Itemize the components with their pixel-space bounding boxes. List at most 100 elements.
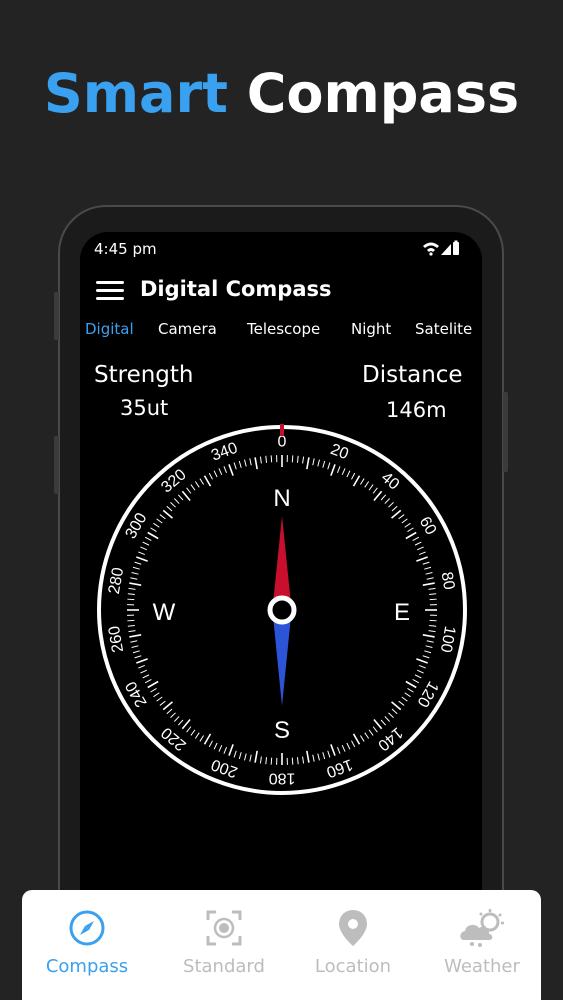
compass-tick xyxy=(364,732,370,739)
tab-telescope[interactable]: Telescope xyxy=(247,320,320,338)
compass-tick xyxy=(352,475,361,487)
compass-tick xyxy=(360,478,365,485)
compass-tick xyxy=(142,674,150,679)
headline-word-smart: Smart xyxy=(43,62,228,125)
nav-standard[interactable]: Standard xyxy=(159,890,289,1000)
cardinal-w: W xyxy=(153,599,176,626)
compass-tick xyxy=(336,466,341,473)
degree-label-20: 20 xyxy=(328,441,351,463)
compass-tick xyxy=(128,587,136,590)
compass-tick xyxy=(233,750,237,758)
compass-tick xyxy=(380,719,387,726)
compass-tick xyxy=(401,696,408,702)
compass-tick xyxy=(244,753,247,761)
compass-tick xyxy=(130,640,138,643)
compass-dial: 0 204060801001201401601802002202402602803… xyxy=(97,424,467,795)
compass-tick xyxy=(422,655,430,659)
compass-tick xyxy=(426,640,434,643)
compass-tick xyxy=(132,650,140,654)
compass-tick xyxy=(147,531,159,540)
tab-camera[interactable]: Camera xyxy=(158,320,217,338)
compass-tick xyxy=(150,527,157,532)
compass-tick xyxy=(162,509,173,519)
compass-tick xyxy=(134,655,142,659)
nav-weather[interactable]: Weather xyxy=(417,890,547,1000)
compass-tick xyxy=(159,514,166,520)
compass-tick xyxy=(129,634,142,638)
distance-value: 146m xyxy=(386,398,447,422)
compass-tick xyxy=(346,470,351,478)
compass-tick xyxy=(351,472,356,480)
compass-tick xyxy=(190,729,196,736)
tab-satelite[interactable]: Satelite xyxy=(415,320,472,338)
compass-tick xyxy=(417,669,424,674)
compass-tick xyxy=(306,457,310,470)
compass-tick xyxy=(391,509,402,519)
compass-tick xyxy=(372,726,378,733)
compass-tick xyxy=(238,752,242,760)
compass-tick xyxy=(391,708,398,715)
phone-side-button-left-2 xyxy=(54,436,59,494)
degree-label-200: 200 xyxy=(209,755,240,780)
compass-tick xyxy=(186,726,192,733)
compass-tick xyxy=(322,752,326,760)
compass-tick xyxy=(296,757,299,765)
hamburger-menu-icon[interactable] xyxy=(96,280,126,302)
compass-tick xyxy=(407,527,414,532)
tab-digital[interactable]: Digital xyxy=(85,320,134,338)
compass-tick xyxy=(419,664,426,669)
degree-label-260: 260 xyxy=(106,624,127,653)
compass-tick xyxy=(153,522,160,528)
compass-tick xyxy=(352,733,361,745)
compass-tick xyxy=(181,490,191,501)
compass-tick xyxy=(416,658,428,664)
compass-tick xyxy=(351,740,356,748)
compass-tick xyxy=(330,464,336,476)
tab-night[interactable]: Night xyxy=(351,320,391,338)
compass-tick xyxy=(203,733,212,745)
compass-tick xyxy=(159,700,166,706)
focus-target-icon xyxy=(206,910,242,946)
compass-tick xyxy=(426,577,434,580)
degree-label-340: 340 xyxy=(209,440,240,465)
degree-label-40: 40 xyxy=(378,469,403,494)
strength-label: Strength xyxy=(94,362,194,388)
compass-tick xyxy=(412,536,420,541)
compass-tick xyxy=(346,742,351,750)
compass-tick xyxy=(422,561,430,565)
compass-tick xyxy=(170,501,176,508)
compass-tick xyxy=(136,556,148,562)
compass-tick xyxy=(173,716,180,722)
nav-compass-label: Compass xyxy=(45,956,129,977)
nav-location[interactable]: Location xyxy=(288,890,418,1000)
compass-tick xyxy=(166,505,173,512)
compass-tick xyxy=(341,745,346,752)
compass-tick xyxy=(156,518,163,524)
bottom-nav: Compass Standard Location Weather xyxy=(22,890,541,1000)
needle-north xyxy=(273,516,291,604)
compass-tick xyxy=(249,754,252,762)
compass-tick xyxy=(398,514,405,520)
compass-tick xyxy=(208,472,213,480)
compass-tick xyxy=(327,750,331,758)
headline: Smart Compass xyxy=(0,62,563,125)
compass-tick xyxy=(218,468,223,475)
nav-compass[interactable]: Compass xyxy=(22,890,152,1000)
degree-label-80: 80 xyxy=(438,571,458,592)
degree-label-160: 160 xyxy=(324,755,355,780)
compass-icon xyxy=(69,910,105,946)
compass-tick xyxy=(414,541,422,546)
compass-tick xyxy=(131,645,139,648)
compass-tick xyxy=(213,742,218,750)
status-time: 4:45 pm xyxy=(94,240,157,258)
compass-tick xyxy=(312,754,315,762)
degree-label-100: 100 xyxy=(437,625,458,654)
compass-tick xyxy=(254,457,258,470)
compass-tick xyxy=(306,750,310,763)
compass-tick xyxy=(249,458,252,466)
compass-tick xyxy=(218,745,223,752)
compass-tick xyxy=(364,481,370,488)
compass-tick xyxy=(233,462,237,470)
compass-tick xyxy=(341,468,346,475)
compass-tick xyxy=(424,566,432,570)
